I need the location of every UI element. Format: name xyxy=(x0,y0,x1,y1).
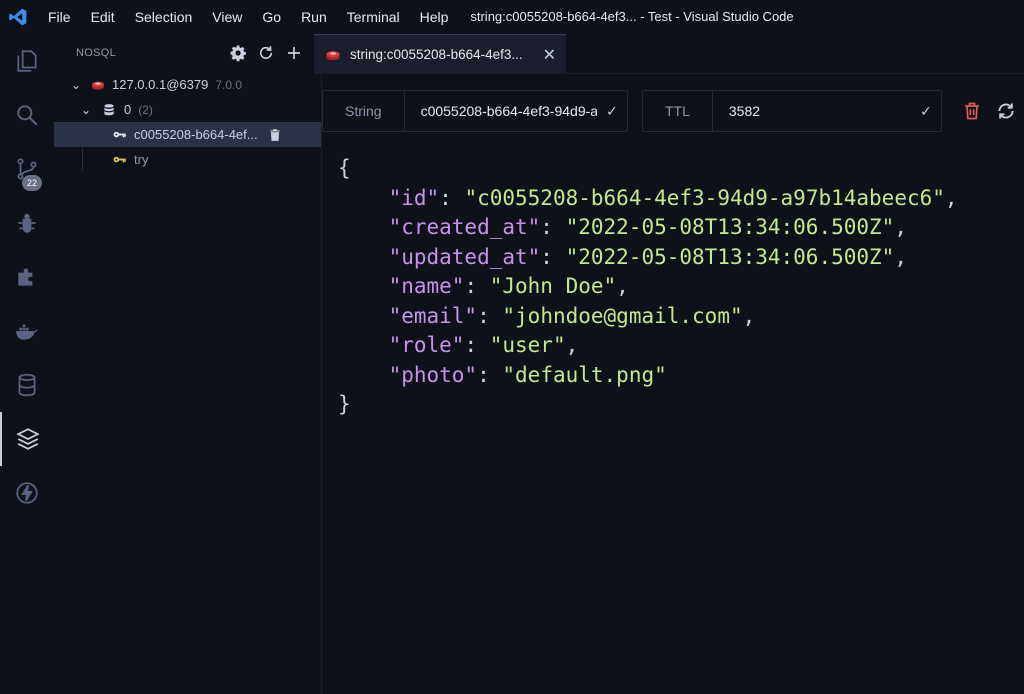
menu-help[interactable]: Help xyxy=(410,0,459,34)
key-label: try xyxy=(134,152,149,167)
ttl-box: TTL 3582 ✓ xyxy=(642,90,942,132)
json-key: "email" xyxy=(388,303,478,328)
refresh-icon[interactable] xyxy=(257,44,275,62)
plus-icon[interactable] xyxy=(285,44,303,62)
json-value: "default.png" xyxy=(502,362,667,387)
menu-view[interactable]: View xyxy=(202,0,252,34)
database-label: 0 xyxy=(124,102,132,117)
key-item[interactable]: c0055208-b664-4ef... xyxy=(54,122,321,147)
gear-icon[interactable] xyxy=(229,44,247,62)
json-fields: "id": "c0055208-b664-4ef3-94d9-a97b14abe… xyxy=(338,186,958,387)
json-key: "created_at" xyxy=(388,215,541,239)
trash-icon[interactable] xyxy=(962,101,982,121)
type-label: String xyxy=(323,91,405,131)
json-field-line: "created_at": "2022-05-08T13:34:06.500Z"… xyxy=(388,215,907,239)
key-toolbar: String c0055208-b664-4ef3-94d9-a97b14abe… xyxy=(322,90,1024,132)
key-icon xyxy=(113,131,126,138)
nosql-icon[interactable] xyxy=(0,412,54,466)
key-name-box: String c0055208-b664-4ef3-94d9-a97b14abe… xyxy=(322,90,628,132)
debug-icon[interactable] xyxy=(0,196,54,250)
source-control-icon[interactable]: 22 xyxy=(0,142,54,196)
explorer-icon[interactable] xyxy=(0,34,54,88)
menu-selection[interactable]: Selection xyxy=(125,0,203,34)
json-field-line: "photo": "default.png" xyxy=(388,362,667,387)
title-bar: File Edit Selection View Go Run Terminal… xyxy=(0,0,1024,34)
menu-edit[interactable]: Edit xyxy=(81,0,125,34)
json-field-line: "id": "c0055208-b664-4ef3-94d9-a97b14abe… xyxy=(388,185,958,210)
json-field-line: "updated_at": "2022-05-08T13:34:06.500Z"… xyxy=(388,244,907,269)
chevron-down-icon[interactable]: ⌄ xyxy=(78,103,94,117)
ttl-label: TTL xyxy=(643,91,713,131)
key-label: c0055208-b664-4ef... xyxy=(134,127,258,142)
json-value: "2022-05-08T13:34:06.500Z" xyxy=(565,215,895,239)
tab-string-key[interactable]: string:c0055208-b664-4ef3... ✕ xyxy=(314,34,566,74)
trash-icon[interactable] xyxy=(268,128,282,142)
json-key: "photo" xyxy=(388,362,478,387)
sidebar-header: NOSQL xyxy=(54,34,321,72)
chevron-down-icon[interactable]: ⌄ xyxy=(68,78,84,92)
json-field-line: "email": "johndoe@gmail.com", xyxy=(388,303,756,328)
json-value: "John Doe" xyxy=(489,274,617,298)
redis-icon xyxy=(92,81,104,90)
key-icon xyxy=(113,156,126,163)
json-open-brace: { xyxy=(338,156,351,180)
connection-row[interactable]: ⌄ 127.0.0.1@6379 7.0.0 xyxy=(54,72,321,97)
json-field-line: "name": "John Doe", xyxy=(388,274,629,298)
json-viewer[interactable]: { "id": "c0055208-b664-4ef3-94d9-a97b14a… xyxy=(338,154,958,420)
database-row[interactable]: ⌄ 0 (2) xyxy=(54,97,321,122)
menu-run[interactable]: Run xyxy=(291,0,337,34)
tab-label: string:c0055208-b664-4ef3... xyxy=(350,47,523,62)
menu-bar: File Edit Selection View Go Run Terminal… xyxy=(38,0,458,34)
extensions-icon[interactable] xyxy=(0,250,54,304)
connection-version: 7.0.0 xyxy=(215,77,243,92)
key-name-input[interactable]: c0055208-b664-4ef3-94d9-a97b14abeec6 xyxy=(405,103,597,119)
connection-label: 127.0.0.1@6379 xyxy=(112,77,209,92)
check-icon[interactable]: ✓ xyxy=(911,103,941,120)
database-icon xyxy=(104,103,114,115)
vscode-logo-icon xyxy=(0,0,36,34)
search-icon[interactable] xyxy=(0,88,54,142)
check-icon[interactable]: ✓ xyxy=(597,103,627,120)
thunder-icon[interactable] xyxy=(0,466,54,520)
scm-badge: 22 xyxy=(22,175,42,191)
json-value: "c0055208-b664-4ef3-94d9-a97b14abeec6" xyxy=(464,185,945,210)
close-icon[interactable]: ✕ xyxy=(543,45,556,65)
menu-file[interactable]: File xyxy=(38,0,81,34)
json-value: "user" xyxy=(489,333,566,357)
json-value: "2022-05-08T13:34:06.500Z" xyxy=(565,244,895,269)
ttl-input[interactable]: 3582 xyxy=(713,103,911,119)
key-item[interactable]: try xyxy=(54,147,321,172)
editor-area: String c0055208-b664-4ef3-94d9-a97b14abe… xyxy=(322,74,1024,694)
json-key: "updated_at" xyxy=(388,244,541,269)
tab-bar: string:c0055208-b664-4ef3... ✕ xyxy=(314,34,1024,74)
json-key: "name" xyxy=(388,274,465,298)
sidebar-title: NOSQL xyxy=(76,47,117,59)
redis-icon xyxy=(326,50,340,60)
json-key: "role" xyxy=(388,333,465,357)
docker-icon[interactable] xyxy=(0,304,54,358)
json-key: "id" xyxy=(388,185,440,210)
json-field-line: "role": "user", xyxy=(388,333,579,357)
database-count: (2) xyxy=(138,102,153,117)
menu-go[interactable]: Go xyxy=(252,0,291,34)
json-close-brace: } xyxy=(338,392,351,416)
menu-terminal[interactable]: Terminal xyxy=(337,0,410,34)
refresh-icon[interactable] xyxy=(996,101,1016,121)
database-icon[interactable] xyxy=(0,358,54,412)
json-value: "johndoe@gmail.com" xyxy=(502,303,743,328)
nosql-sidebar: NOSQL ⌄ 127.0.0.1@6379 7.0.0 ⌄ 0 (2) c00… xyxy=(54,34,322,694)
activity-bar: 22 xyxy=(0,34,54,694)
